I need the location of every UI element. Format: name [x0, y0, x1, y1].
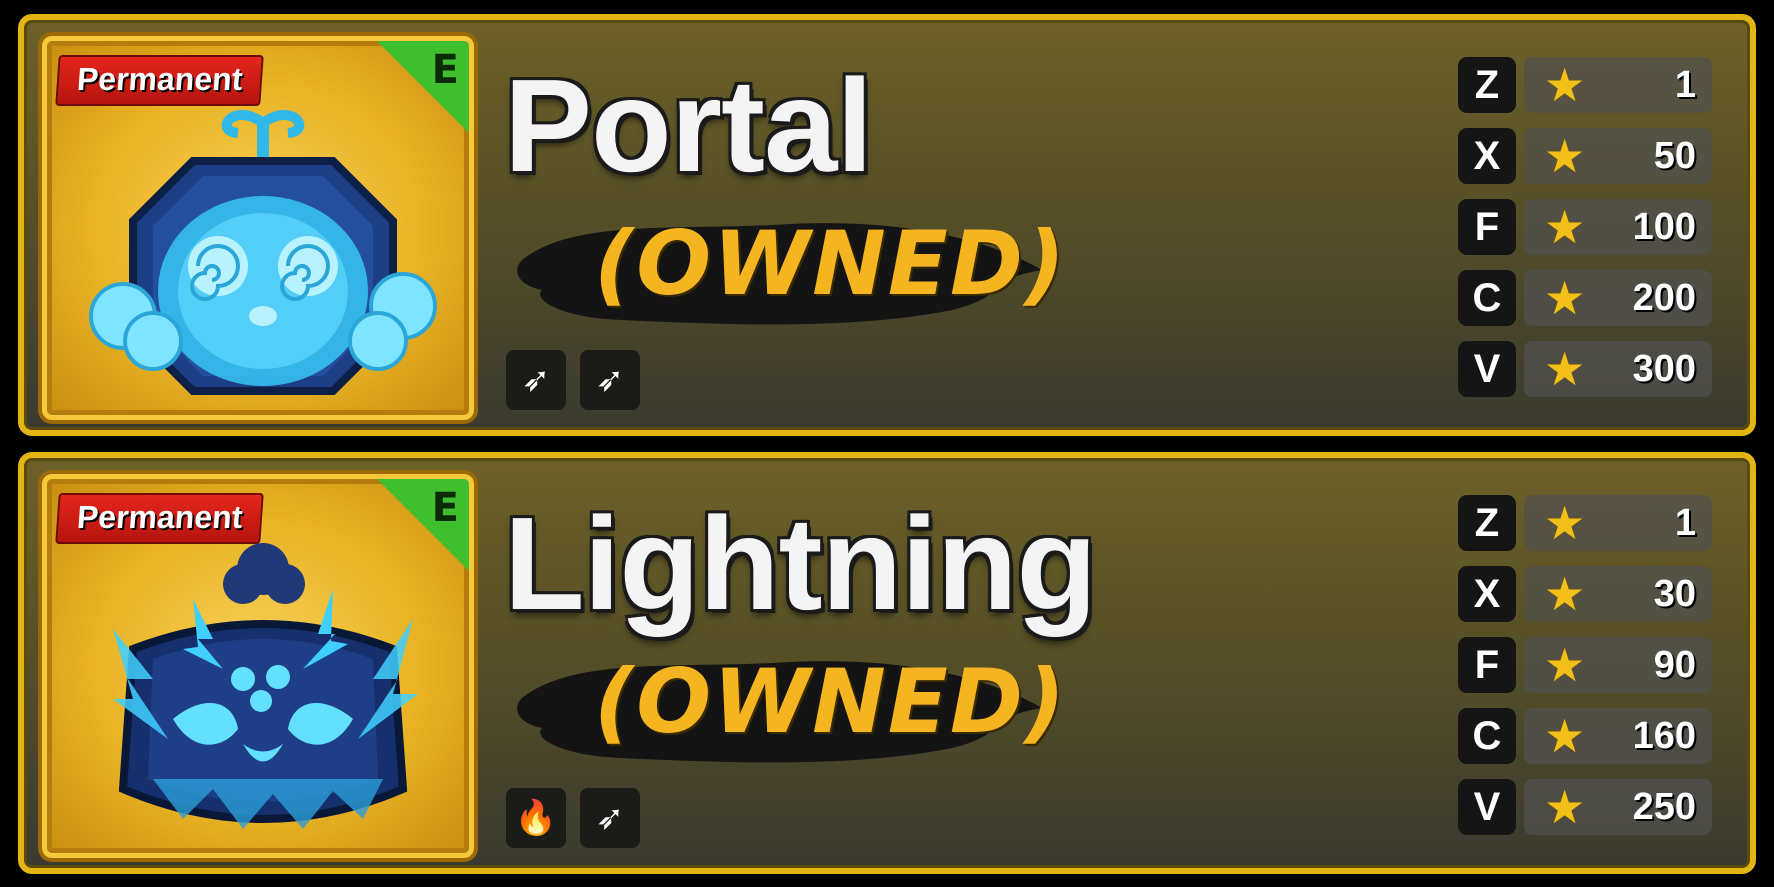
owned-status: (OWNED): [594, 212, 1068, 315]
move-cost: ★ 50: [1524, 128, 1712, 184]
lightning-fruit-icon: [113, 543, 418, 829]
star-icon: ★: [1544, 58, 1586, 112]
star-icon: ★: [1544, 709, 1586, 763]
ability-list: ➶ ➶: [506, 350, 640, 410]
star-icon: ★: [1544, 638, 1586, 692]
move-cost: ★ 160: [1524, 708, 1712, 764]
fruit-portrait: E Permanent: [42, 36, 474, 420]
cost-value: 160: [1632, 714, 1696, 757]
cost-value: 250: [1632, 785, 1696, 828]
move-row: X ★ 50: [1458, 125, 1712, 187]
key-badge: F: [1458, 637, 1516, 693]
key-badge: V: [1458, 341, 1516, 397]
cost-value: 200: [1632, 276, 1696, 319]
permanent-tag: Permanent: [55, 493, 265, 544]
key-badge: C: [1458, 708, 1516, 764]
key-badge: F: [1458, 199, 1516, 255]
move-row: C ★ 200: [1458, 267, 1712, 329]
permanent-tag: Permanent: [55, 55, 265, 106]
move-row: Z ★ 1: [1458, 54, 1712, 116]
cost-value: 1: [1674, 501, 1696, 544]
cost-value: 100: [1632, 205, 1696, 248]
star-icon: ★: [1544, 780, 1586, 834]
key-badge: X: [1458, 566, 1516, 622]
move-row: F ★ 100: [1458, 196, 1712, 258]
cost-value: 50: [1653, 134, 1696, 177]
key-badge: Z: [1458, 57, 1516, 113]
owned-status: (OWNED): [594, 650, 1068, 753]
move-row: Z ★ 1: [1458, 492, 1712, 554]
move-cost: ★ 250: [1524, 779, 1712, 835]
ability-list: 🔥 ➶: [506, 788, 640, 848]
cost-value: 1: [1674, 63, 1696, 106]
star-icon: ★: [1544, 567, 1586, 621]
fruit-name: Portal: [504, 52, 873, 199]
portal-fruit-icon: [89, 110, 437, 395]
move-cost: ★ 1: [1524, 57, 1712, 113]
key-badge: X: [1458, 128, 1516, 184]
sword-icon: ➶: [580, 788, 640, 848]
cost-value: 90: [1653, 643, 1696, 686]
star-icon: ★: [1544, 496, 1586, 550]
cost-value: 300: [1632, 347, 1696, 390]
sword-icon: ➶: [506, 350, 566, 410]
move-cost: ★ 200: [1524, 270, 1712, 326]
move-cost: ★ 1: [1524, 495, 1712, 551]
sword-icon: ➶: [580, 350, 640, 410]
cost-value: 30: [1653, 572, 1696, 615]
move-cost: ★ 300: [1524, 341, 1712, 397]
fruit-name: Lightning: [504, 490, 1097, 637]
move-row: C ★ 160: [1458, 705, 1712, 767]
star-icon: ★: [1544, 129, 1586, 183]
move-row: F ★ 90: [1458, 634, 1712, 696]
flame-icon: 🔥: [506, 788, 566, 848]
key-badge: V: [1458, 779, 1516, 835]
fruit-card-lightning[interactable]: E Permanent Lightning (OWNED) 🔥 ➶ Z ★ 1 …: [18, 452, 1756, 874]
move-cost: ★ 100: [1524, 199, 1712, 255]
rank-letter: E: [431, 47, 459, 93]
move-cost: ★ 30: [1524, 566, 1712, 622]
move-row: V ★ 250: [1458, 776, 1712, 838]
move-list: Z ★ 1 X ★ 30 F ★ 90 C ★ 160 V ★ 250: [1458, 492, 1712, 847]
key-badge: C: [1458, 270, 1516, 326]
move-cost: ★ 90: [1524, 637, 1712, 693]
rank-letter: E: [431, 485, 459, 531]
fruit-portrait: E Permanent: [42, 474, 474, 858]
key-badge: Z: [1458, 495, 1516, 551]
move-row: X ★ 30: [1458, 563, 1712, 625]
star-icon: ★: [1544, 271, 1586, 325]
move-list: Z ★ 1 X ★ 50 F ★ 100 C ★ 200 V ★ 300: [1458, 54, 1712, 409]
fruit-card-portal[interactable]: E Permanent Portal (OWNED) ➶ ➶ Z ★ 1 X ★…: [18, 14, 1756, 436]
move-row: V ★ 300: [1458, 338, 1712, 400]
star-icon: ★: [1544, 342, 1586, 396]
star-icon: ★: [1544, 200, 1586, 254]
